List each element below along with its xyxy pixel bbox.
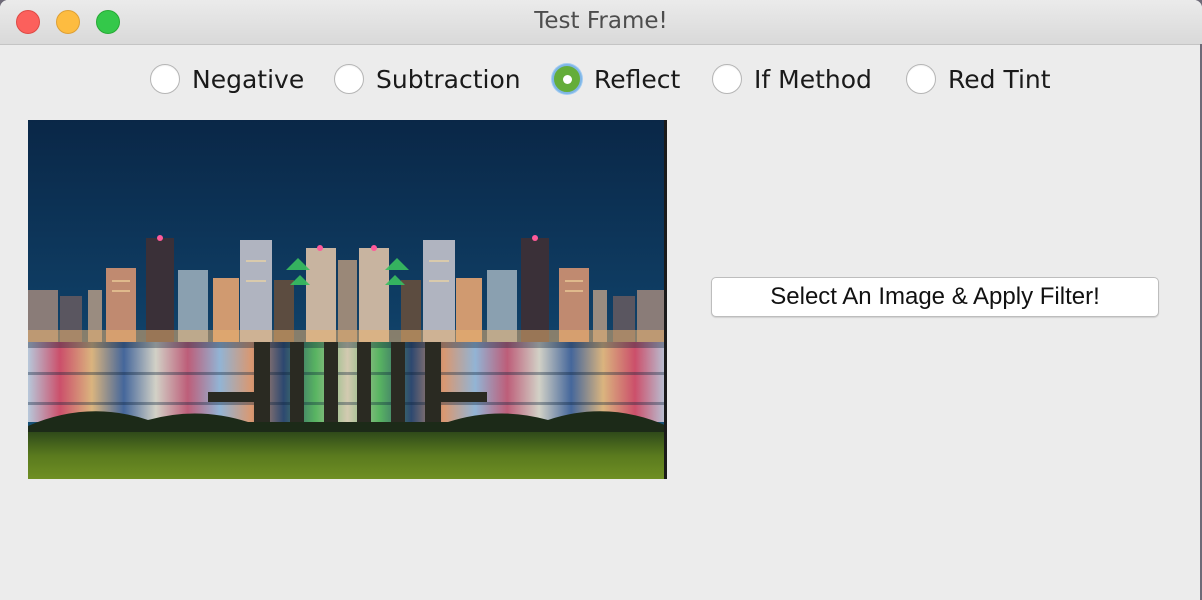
app-window: Test Frame! Negative Subtraction Reflect… xyxy=(0,0,1202,600)
radio-button-reflect[interactable] xyxy=(552,64,582,94)
radio-button-negative[interactable] xyxy=(150,64,180,94)
select-image-apply-filter-button[interactable]: Select An Image & Apply Filter! xyxy=(711,277,1159,317)
title-bar[interactable]: Test Frame! xyxy=(0,0,1202,45)
radio-label-red-tint: Red Tint xyxy=(948,64,1051,94)
radio-option-subtraction[interactable]: Subtraction xyxy=(334,60,521,98)
radio-label-if-method: If Method xyxy=(754,64,872,94)
radio-label-negative: Negative xyxy=(192,64,305,94)
radio-button-red-tint[interactable] xyxy=(906,64,936,94)
radio-option-reflect[interactable]: Reflect xyxy=(552,60,680,98)
radio-label-reflect: Reflect xyxy=(594,64,681,94)
radio-button-subtraction[interactable] xyxy=(334,64,364,94)
radio-button-if-method[interactable] xyxy=(712,64,742,94)
preview-image xyxy=(28,120,667,479)
radio-option-if-method[interactable]: If Method xyxy=(712,60,872,98)
city-skyline-reflection-image xyxy=(28,120,667,479)
window-title: Test Frame! xyxy=(534,8,668,34)
radio-option-red-tint[interactable]: Red Tint xyxy=(906,60,1051,98)
radio-label-subtraction: Subtraction xyxy=(376,64,521,94)
radio-option-negative[interactable]: Negative xyxy=(150,60,304,98)
filter-radio-group: Negative Subtraction Reflect If Method R… xyxy=(0,60,1202,98)
